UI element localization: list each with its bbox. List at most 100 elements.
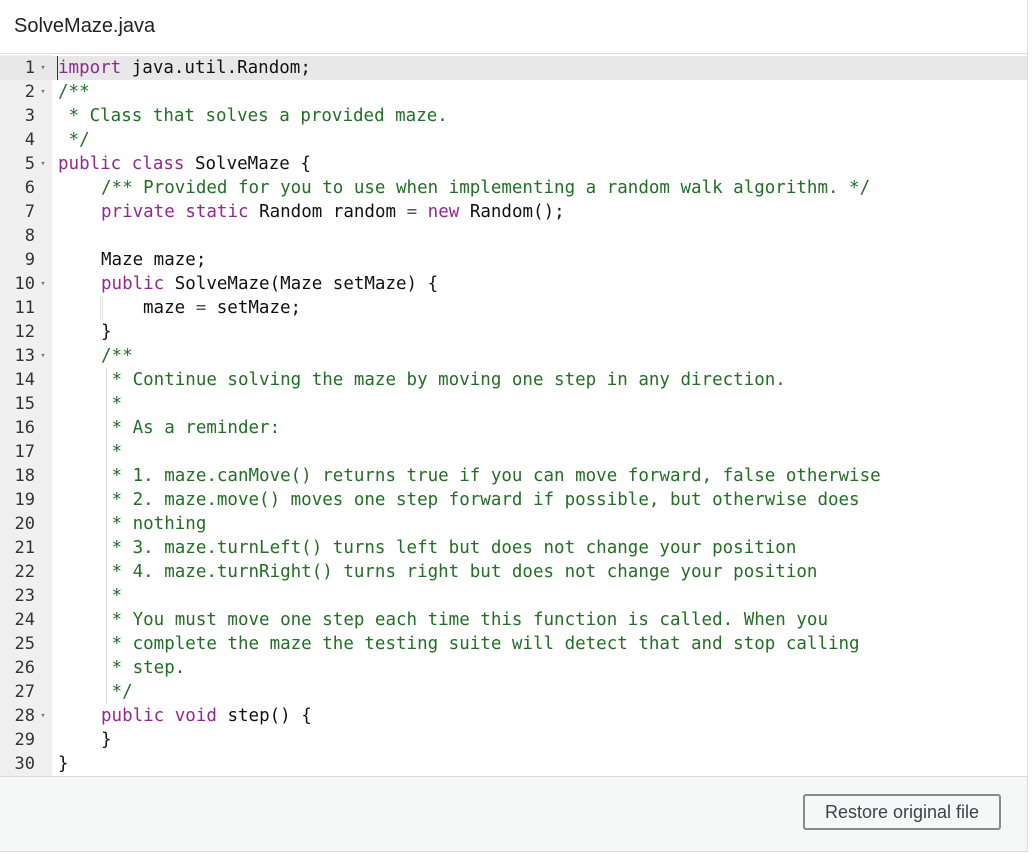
line-number: 19 — [14, 490, 35, 510]
code-line[interactable]: 19 * 2. maze.move() moves one step forwa… — [0, 488, 1027, 512]
code-line[interactable]: 11 maze = setMaze; — [0, 296, 1027, 320]
code-text: } — [58, 752, 69, 776]
code-line[interactable]: 18 * 1. maze.canMove() returns true if y… — [0, 464, 1027, 488]
code-text: * Continue solving the maze by moving on… — [101, 368, 786, 392]
code-line[interactable]: 9 Maze maze; — [0, 248, 1027, 272]
comment-token: */ — [101, 682, 133, 702]
code-line[interactable]: 1 ▾ import java.util.Random; — [0, 56, 1027, 80]
code-line[interactable]: 22 * 4. maze.turnRight() turns right but… — [0, 560, 1027, 584]
code-text: * — [101, 440, 123, 464]
comment-token: * 1. maze.canMove() returns true if you … — [101, 466, 881, 486]
code-line[interactable]: 7 private static Random random = new Rand… — [0, 200, 1027, 224]
keyword-token: static — [185, 202, 249, 222]
comment-token: /** — [101, 346, 133, 366]
code-line[interactable]: 15 * — [0, 392, 1027, 416]
line-number: 25 — [14, 634, 35, 654]
code-line[interactable]: 23 * — [0, 584, 1027, 608]
line-number: 21 — [14, 538, 35, 558]
code-line[interactable]: 29} — [0, 728, 1027, 752]
code-text: * 4. maze.turnRight() turns right but do… — [101, 560, 818, 584]
keyword-token: public — [101, 706, 165, 726]
comment-token: * 4. maze.turnRight() turns right but do… — [101, 562, 818, 582]
code-line[interactable]: 26 * step. — [0, 656, 1027, 680]
comment-token: * step. — [101, 658, 186, 678]
code-line[interactable]: 16 * As a reminder: — [0, 416, 1027, 440]
keyword-token: public — [101, 274, 165, 294]
code-line[interactable]: 20 * nothing — [0, 512, 1027, 536]
code-line[interactable]: 21 * 3. maze.turnLeft() turns left but d… — [0, 536, 1027, 560]
code-text: */ — [58, 128, 90, 152]
comment-token: * — [101, 442, 123, 462]
code-text: * complete the maze the testing suite wi… — [101, 632, 860, 656]
code-token: = — [406, 202, 418, 222]
code-token: step() { — [216, 706, 312, 726]
code-line[interactable]: 2 ▾/** — [0, 80, 1027, 104]
code-text: maze = setMaze; — [143, 296, 301, 320]
code-text: * 2. maze.move() moves one step forward … — [101, 488, 860, 512]
line-number: 18 — [14, 466, 35, 486]
keyword-token: new — [427, 202, 460, 222]
code-line[interactable]: 13 ▾/** — [0, 344, 1027, 368]
code-token: } — [101, 322, 112, 342]
chevron-down-icon[interactable]: ▾ — [37, 272, 49, 296]
code-line[interactable]: 5 ▾ public class SolveMaze { — [0, 152, 1027, 176]
code-line[interactable]: 12} — [0, 320, 1027, 344]
code-line[interactable]: 6 /** Provided for you to use when implem… — [0, 176, 1027, 200]
code-line[interactable]: 3 * Class that solves a provided maze. — [0, 104, 1027, 128]
code-line[interactable]: 14 * Continue solving the maze by moving… — [0, 368, 1027, 392]
code-text: * 3. maze.turnLeft() turns left but does… — [101, 536, 797, 560]
code-lines[interactable]: 1 ▾ import java.util.Random; 2 ▾/** 3 * Class… — [0, 56, 1027, 776]
code-text: * You must move one step each time this … — [101, 608, 828, 632]
indent-guide — [102, 296, 103, 320]
code-line[interactable]: 17 * — [0, 440, 1027, 464]
code-token: Random random — [248, 202, 407, 222]
chevron-down-icon[interactable]: ▾ — [37, 152, 49, 176]
code-editor-panel: SolveMaze.java 1 ▾ import java.util.Random… — [0, 0, 1028, 852]
line-number: 11 — [14, 298, 35, 318]
code-text: import java.util.Random; — [57, 56, 311, 80]
code-text: public void step() { — [101, 704, 312, 728]
code-text: * nothing — [101, 512, 207, 536]
code-token: setMaze; — [206, 298, 302, 318]
code-token: SolveMaze { — [184, 154, 311, 174]
keyword-token: import — [58, 58, 122, 78]
comment-token: * 2. maze.move() moves one step forward … — [101, 490, 860, 510]
code-text: * step. — [101, 656, 186, 680]
code-line[interactable]: 25 * complete the maze the testing suite… — [0, 632, 1027, 656]
line-number: 4 — [24, 130, 35, 150]
indent-guide — [100, 296, 101, 320]
code-line[interactable]: 10 ▾ public SolveMaze(Maze setMaze) { — [0, 272, 1027, 296]
chevron-down-icon[interactable]: ▾ — [37, 344, 49, 368]
line-number: 16 — [14, 418, 35, 438]
line-number: 14 — [14, 370, 35, 390]
line-number: 9 — [24, 250, 35, 270]
code-editor[interactable]: 1 ▾ import java.util.Random; 2 ▾/** 3 * Class… — [0, 55, 1027, 777]
chevron-down-icon[interactable]: ▾ — [37, 56, 49, 80]
code-text: } — [101, 320, 112, 344]
chevron-down-icon[interactable]: ▾ — [37, 80, 49, 104]
comment-token: * Continue solving the maze by moving on… — [101, 370, 786, 390]
comment-token: * As a reminder: — [101, 418, 281, 438]
code-text: * 1. maze.canMove() returns true if you … — [101, 464, 881, 488]
code-text: * — [101, 392, 123, 416]
editor-footer: Restore original file — [0, 777, 1027, 851]
code-text: public SolveMaze(Maze setMaze) { — [101, 272, 438, 296]
code-line[interactable]: 4 */ — [0, 128, 1027, 152]
line-number: 20 — [14, 514, 35, 534]
chevron-down-icon[interactable]: ▾ — [37, 704, 49, 728]
restore-original-file-button[interactable]: Restore original file — [803, 794, 1001, 830]
code-line[interactable]: 8 — [0, 224, 1027, 248]
line-number: 3 — [24, 106, 35, 126]
code-token: } — [101, 730, 112, 750]
code-line[interactable]: 30} — [0, 752, 1027, 776]
code-line[interactable]: 24 * You must move one step each time th… — [0, 608, 1027, 632]
file-header: SolveMaze.java — [0, 0, 1027, 54]
code-line[interactable]: 28 ▾ public void step() { — [0, 704, 1027, 728]
line-number: 12 — [14, 322, 35, 342]
line-number: 30 — [14, 754, 35, 774]
code-line[interactable]: 27 */ — [0, 680, 1027, 704]
